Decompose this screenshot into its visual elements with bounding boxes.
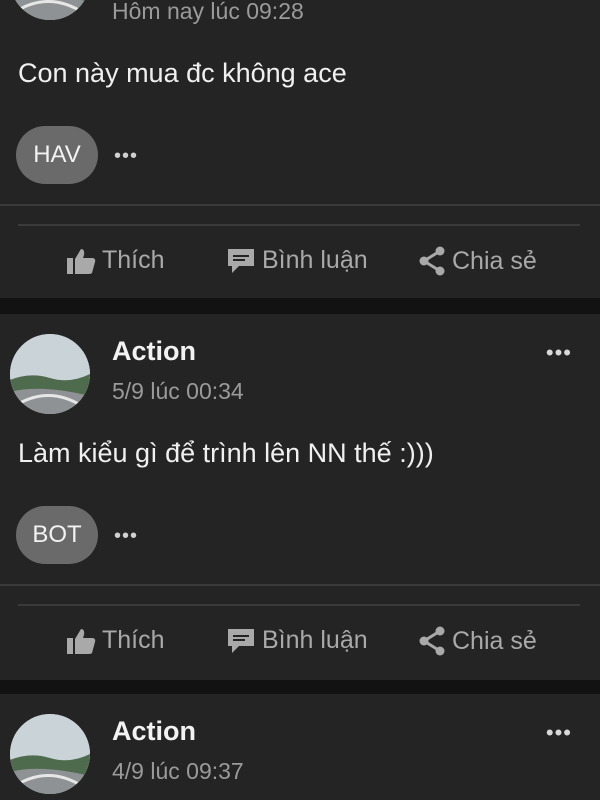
- more-dots-icon[interactable]: •••: [114, 526, 138, 546]
- share-button[interactable]: Chia sẻ: [418, 626, 537, 656]
- comment-button[interactable]: Bình luận: [226, 246, 368, 275]
- post-author[interactable]: Action: [112, 716, 196, 747]
- share-icon: [418, 246, 446, 276]
- post-card: Action 5/9 lúc 00:34 ••• Làm kiểu gì để …: [0, 314, 600, 680]
- more-dots-icon[interactable]: •••: [546, 342, 572, 364]
- comment-icon: [226, 627, 256, 655]
- comment-label: Bình luận: [262, 246, 368, 274]
- avatar[interactable]: [10, 714, 90, 794]
- divider: [18, 224, 580, 226]
- comment-button[interactable]: Bình luận: [226, 626, 368, 655]
- thumbs-up-icon: [66, 247, 96, 275]
- more-dots-icon[interactable]: •••: [114, 146, 138, 166]
- post-card: Action 4/9 lúc 09:37 •••: [0, 694, 600, 800]
- post-text: Làm kiểu gì để trình lên NN thế :))): [18, 438, 434, 468]
- reaction-badge[interactable]: HAV: [16, 126, 98, 184]
- divider: [0, 204, 600, 206]
- share-label: Chia sẻ: [452, 626, 537, 655]
- like-label: Thích: [102, 246, 165, 274]
- post-author[interactable]: Action: [112, 336, 196, 367]
- comment-label: Bình luận: [262, 626, 368, 654]
- divider: [18, 604, 580, 606]
- share-button[interactable]: Chia sẻ: [418, 246, 537, 276]
- reaction-badge[interactable]: BOT: [16, 506, 98, 564]
- thumbs-up-icon: [66, 627, 96, 655]
- avatar[interactable]: [10, 334, 90, 414]
- post-text: Con này mua đc không ace: [18, 58, 347, 88]
- like-button[interactable]: Thích: [66, 246, 165, 275]
- comment-icon: [226, 247, 256, 275]
- like-label: Thích: [102, 626, 165, 654]
- like-button[interactable]: Thích: [66, 626, 165, 655]
- post-card: Hôm nay lúc 09:28 Con này mua đc không a…: [0, 0, 600, 298]
- divider: [0, 584, 600, 586]
- more-dots-icon[interactable]: •••: [546, 722, 572, 744]
- share-label: Chia sẻ: [452, 246, 537, 275]
- avatar[interactable]: [10, 0, 90, 20]
- news-feed: Hôm nay lúc 09:28 Con này mua đc không a…: [0, 0, 600, 800]
- share-icon: [418, 626, 446, 656]
- post-time[interactable]: 4/9 lúc 09:37: [112, 758, 244, 785]
- post-time[interactable]: 5/9 lúc 00:34: [112, 378, 244, 405]
- post-time[interactable]: Hôm nay lúc 09:28: [112, 0, 304, 25]
